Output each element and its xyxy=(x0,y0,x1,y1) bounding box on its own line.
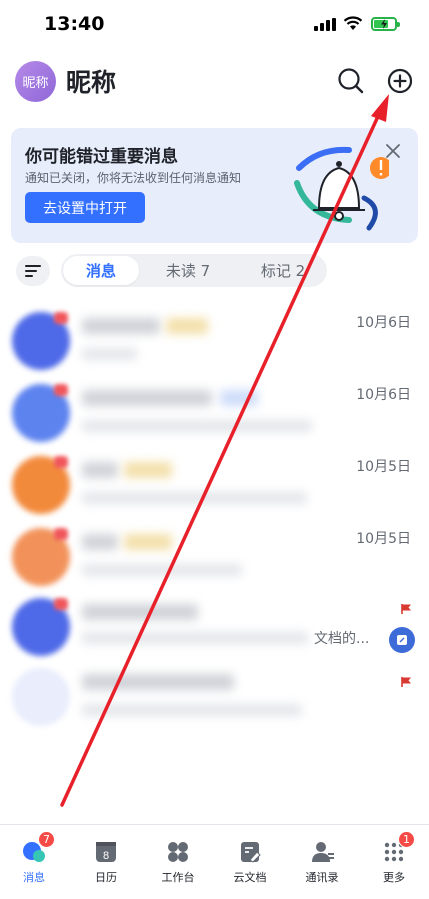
tab-messages[interactable]: 消息 xyxy=(63,256,139,285)
close-icon[interactable] xyxy=(384,142,402,160)
chat-time: 10月6日 xyxy=(356,315,411,331)
list-item[interactable]: 10月6日 xyxy=(0,312,429,384)
svg-text:8: 8 xyxy=(103,850,109,862)
nav-messages[interactable]: 消息 7 xyxy=(4,831,64,891)
red-flag-icon xyxy=(401,677,411,687)
list-item[interactable]: 10月6日 xyxy=(0,384,429,456)
tab-unread[interactable]: 未读 7 xyxy=(147,256,229,285)
nav-label: 日历 xyxy=(95,871,117,884)
banner-subtitle: 通知已关闭，你将无法收到任何消息通知 xyxy=(25,171,242,185)
calendar-icon: 8 xyxy=(96,842,116,862)
unread-dot xyxy=(54,598,68,610)
contacts-icon xyxy=(312,842,334,862)
nav-label: 工作台 xyxy=(161,871,195,884)
nav-label: 更多 xyxy=(383,871,405,884)
nav-label: 消息 xyxy=(23,871,45,884)
doc-edit-icon[interactable] xyxy=(389,627,415,653)
list-item[interactable]: 10月5日 xyxy=(0,456,429,528)
list-item[interactable]: 文档的... xyxy=(0,598,429,670)
list-item[interactable] xyxy=(0,668,429,740)
document-icon xyxy=(241,842,261,863)
chat-avatar xyxy=(12,668,70,726)
unread-dot xyxy=(54,384,68,396)
nav-calendar[interactable]: 8 日历 xyxy=(76,835,136,891)
notification-banner: 你可能错过重要消息 通知已关闭，你将无法收到任何消息通知 去设置中打开 xyxy=(11,128,418,243)
nav-cloud-docs[interactable]: 云文档 xyxy=(220,835,280,891)
menu-lines-icon xyxy=(25,265,41,277)
status-bar: 13:40 xyxy=(0,0,429,48)
more-badge: 1 xyxy=(398,831,415,848)
bell-illustration-icon xyxy=(294,146,389,231)
chat-time: 10月5日 xyxy=(356,531,411,547)
grid-icon xyxy=(168,842,188,862)
red-flag-icon xyxy=(401,604,411,614)
battery-charging-icon xyxy=(371,17,400,31)
unread-dot xyxy=(54,312,68,324)
search-icon[interactable] xyxy=(336,66,366,96)
banner-title: 你可能错过重要消息 xyxy=(25,147,178,167)
chat-time: 10月6日 xyxy=(356,387,411,403)
open-settings-button[interactable]: 去设置中打开 xyxy=(25,192,145,223)
tab-marked[interactable]: 标记 2 xyxy=(241,256,325,285)
bottom-navigation: 消息 7 8 日历 工作台 云文档 通讯录 更多 1 xyxy=(0,824,429,899)
unread-dot xyxy=(54,528,68,540)
unread-dot xyxy=(54,456,68,468)
message-filter-tabs: 消息 未读 7 标记 2 xyxy=(61,254,327,287)
filter-menu-button[interactable] xyxy=(16,256,50,286)
nav-contacts[interactable]: 通讯录 xyxy=(292,835,352,891)
page-title: 昵称 xyxy=(66,68,117,97)
chat-preview: 文档的... xyxy=(314,631,370,647)
cellular-signal-icon xyxy=(314,18,336,31)
wifi-icon xyxy=(343,16,363,30)
list-item[interactable]: 10月5日 xyxy=(0,528,429,600)
unread-badge: 7 xyxy=(38,831,55,848)
nav-workplace[interactable]: 工作台 xyxy=(148,835,208,891)
avatar[interactable]: 昵称 xyxy=(15,61,56,102)
nav-more[interactable]: 更多 1 xyxy=(364,831,424,891)
nav-label: 通讯录 xyxy=(305,871,339,884)
chat-time: 10月5日 xyxy=(356,459,411,475)
status-time: 13:40 xyxy=(44,13,105,35)
add-circle-icon[interactable] xyxy=(386,67,416,97)
nav-label: 云文档 xyxy=(233,871,267,884)
